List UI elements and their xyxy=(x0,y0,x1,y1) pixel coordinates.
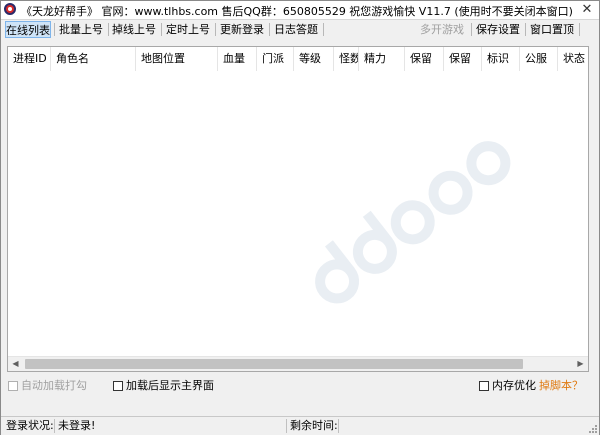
toolbar-divider xyxy=(215,23,216,36)
close-icon[interactable]: ✕ xyxy=(579,2,595,18)
memory-optimize-checkbox[interactable]: 内存优化 xyxy=(479,379,536,393)
toolbar-divider xyxy=(579,23,580,36)
horizontal-scrollbar[interactable]: ◀ ▶ xyxy=(8,356,588,371)
column-header-map-location[interactable]: 地图位置 xyxy=(136,47,218,71)
window-pin-top-button[interactable]: 窗口置顶 xyxy=(529,21,575,38)
toolbar-divider xyxy=(269,23,270,36)
column-header-monster-count[interactable]: 怪数 xyxy=(334,47,359,71)
watermark-logo xyxy=(315,141,511,304)
status-divider xyxy=(54,419,55,433)
column-header-reserved-2[interactable]: 保留 xyxy=(444,47,482,71)
options-row: 自动加载打勾 加载后显示主界面 内存优化 掉脚本？ xyxy=(1,378,599,394)
app-window: 《天龙好帮手》 官网：www.tlhbs.com 售后QQ群：650805529… xyxy=(0,0,600,435)
toolbar-divider xyxy=(161,23,162,36)
memory-optimize-label: 内存优化 xyxy=(492,379,536,392)
multi-open-game-button[interactable]: 多开游戏 xyxy=(419,21,465,38)
checkbox-box-icon xyxy=(8,381,18,391)
column-header-sect[interactable]: 门派 xyxy=(257,47,294,71)
table-header: 进程ID 角色名 地图位置 血量 门派 等级 怪数 精力 保留 保留 标识 公服… xyxy=(8,47,588,72)
scroll-right-icon[interactable]: ▶ xyxy=(573,357,588,371)
batch-login-button[interactable]: 批量上号 xyxy=(58,21,104,38)
scrollbar-thumb[interactable] xyxy=(25,359,523,369)
log-answer-button[interactable]: 日志答题 xyxy=(273,21,319,38)
show-main-ui-label: 加载后显示主界面 xyxy=(126,379,214,392)
window-title: 《天龙好帮手》 官网：www.tlhbs.com 售后QQ群：650805529… xyxy=(21,5,573,18)
resize-grip-icon[interactable] xyxy=(587,423,597,433)
table-body[interactable] xyxy=(8,71,588,357)
auto-load-label: 自动加载打勾 xyxy=(21,379,87,392)
save-settings-button[interactable]: 保存设置 xyxy=(475,21,521,38)
auto-load-checkbox[interactable]: 自动加载打勾 xyxy=(8,379,87,393)
online-list-table[interactable]: 进程ID 角色名 地图位置 血量 门派 等级 怪数 精力 保留 保留 标识 公服… xyxy=(7,46,589,372)
scroll-left-icon[interactable]: ◀ xyxy=(8,357,23,371)
checkbox-box-icon xyxy=(479,381,489,391)
toolbar-divider xyxy=(54,23,55,36)
status-divider xyxy=(338,419,339,433)
column-header-status[interactable]: 状态 xyxy=(558,47,588,71)
toolbar-divider xyxy=(471,23,472,36)
app-logo-icon xyxy=(4,3,16,15)
column-header-hp[interactable]: 血量 xyxy=(218,47,257,71)
column-header-reserved-1[interactable]: 保留 xyxy=(405,47,444,71)
remaining-time-label: 剩余时间: xyxy=(290,419,338,432)
title-bar: 《天龙好帮手》 官网：www.tlhbs.com 售后QQ群：650805529… xyxy=(1,1,599,20)
login-status-label: 登录状况: xyxy=(6,419,54,432)
update-login-button[interactable]: 更新登录 xyxy=(219,21,265,38)
tab-online-list[interactable]: 在线列表 xyxy=(5,21,51,38)
status-divider xyxy=(286,419,287,433)
column-header-role-name[interactable]: 角色名 xyxy=(51,47,136,71)
column-header-pid[interactable]: 进程ID xyxy=(8,47,51,71)
script-drop-link[interactable]: 掉脚本？ xyxy=(539,379,583,393)
column-header-tag[interactable]: 标识 xyxy=(482,47,520,71)
toolbar-divider xyxy=(323,23,324,36)
column-header-public-server[interactable]: 公服 xyxy=(520,47,558,71)
status-bar: 登录状况: 未登录! 剩余时间: xyxy=(1,416,599,435)
login-status-value: 未登录! xyxy=(58,419,96,432)
toolbar: 在线列表 批量上号 掉线上号 定时上号 更新登录 日志答题 多开游戏 保存设置 … xyxy=(1,20,599,40)
column-header-level[interactable]: 等级 xyxy=(294,47,334,71)
toolbar-divider xyxy=(525,23,526,36)
show-main-ui-checkbox[interactable]: 加载后显示主界面 xyxy=(113,379,214,393)
column-header-energy[interactable]: 精力 xyxy=(359,47,405,71)
reconnect-login-button[interactable]: 掉线上号 xyxy=(111,21,157,38)
toolbar-divider xyxy=(108,23,109,36)
checkbox-box-icon xyxy=(113,381,123,391)
scheduled-login-button[interactable]: 定时上号 xyxy=(165,21,211,38)
